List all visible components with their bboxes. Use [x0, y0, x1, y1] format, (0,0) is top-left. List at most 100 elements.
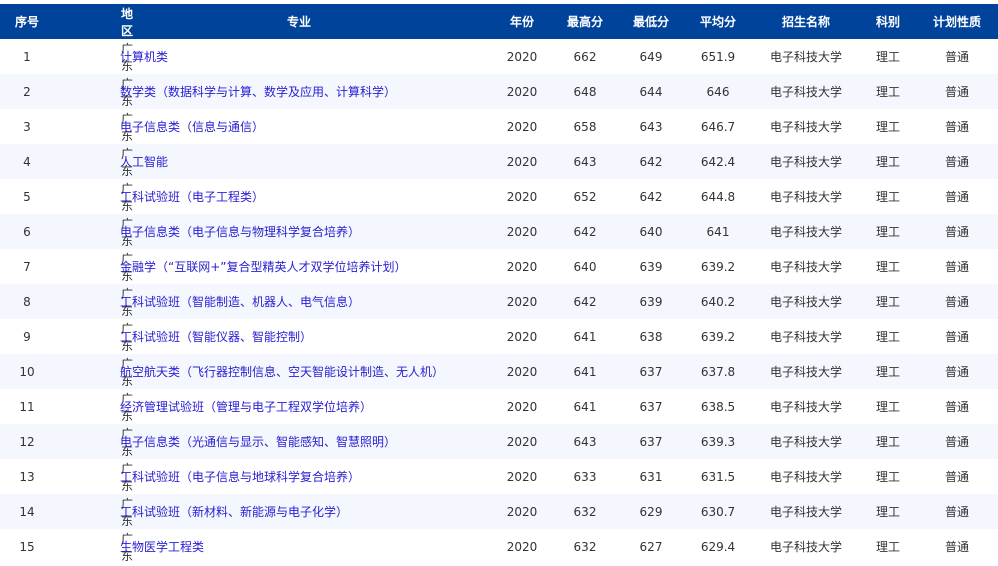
table-row: 11 广东 经济管理试验班（管理与电子工程双学位培养） 2020 641 637 638.5… — [0, 389, 998, 424]
cell-avg-score: 631.5 — [700, 469, 736, 484]
cell-index: 6 — [0, 214, 54, 249]
cell-index: 11 — [19, 399, 35, 414]
cell-school-name: 电子科技大学 — [752, 74, 860, 109]
cell-max-score: 633 — [573, 469, 597, 484]
cell-major[interactable]: 电子信息类（信息与通信） — [106, 109, 492, 144]
cell-category: 理工 — [875, 120, 900, 134]
cell-plan-type: 普通 — [916, 424, 998, 459]
cell-year: 2020 — [506, 399, 538, 414]
cell-avg-score: 630.7 — [684, 494, 752, 529]
cell-major[interactable]: 电子信息类（电子信息与物理科学复合培养） — [106, 214, 492, 249]
header-max-score: 最高分 — [552, 4, 618, 39]
cell-region: 广东 — [121, 391, 134, 423]
cell-region: 广东 — [54, 144, 133, 179]
cell-min-score: 639 — [639, 259, 663, 274]
cell-plan-type: 普通 — [944, 190, 969, 204]
cell-major[interactable]: 电子信息类（光通信与显示、智能感知、智慧照明） — [106, 424, 492, 459]
cell-max-score: 642 — [552, 214, 618, 249]
cell-index: 5 — [23, 189, 31, 204]
cell-major[interactable]: 经济管理试验班（管理与电子工程双学位培养） — [106, 389, 492, 424]
cell-year: 2020 — [492, 354, 552, 389]
cell-min-score: 637 — [639, 399, 663, 414]
cell-avg-score: 639.2 — [700, 259, 736, 274]
cell-region: 广东 — [54, 74, 133, 109]
cell-index: 14 — [0, 494, 54, 529]
cell-school-name: 电子科技大学 — [752, 494, 860, 529]
cell-min-score: 637 — [618, 424, 684, 459]
cell-min-score: 631 — [639, 469, 663, 484]
cell-category: 理工 — [875, 190, 900, 204]
cell-index: 4 — [0, 144, 54, 179]
cell-major[interactable]: 生物医学工程类 — [106, 529, 492, 564]
cell-school-name: 电子科技大学 — [769, 120, 842, 134]
cell-school-name: 电子科技大学 — [752, 354, 860, 389]
cell-avg-score: 646 — [684, 74, 752, 109]
cell-region: 广东 — [54, 494, 133, 529]
cell-index: 9 — [23, 329, 31, 344]
cell-year: 2020 — [492, 74, 552, 109]
cell-max-score: 632 — [573, 539, 597, 554]
cell-year: 2020 — [506, 119, 538, 134]
cell-plan-type: 普通 — [944, 260, 969, 274]
cell-school-name: 电子科技大学 — [752, 144, 860, 179]
cell-region: 广东 — [54, 214, 133, 249]
cell-major[interactable]: 计算机类 — [106, 39, 492, 74]
cell-max-score: 652 — [573, 189, 597, 204]
cell-category: 理工 — [860, 74, 916, 109]
cell-max-score: 643 — [552, 424, 618, 459]
cell-school-name: 电子科技大学 — [769, 260, 842, 274]
header-category: 科别 — [860, 4, 916, 39]
cell-major[interactable]: 工科试验班（新材料、新能源与电子化学） — [106, 494, 492, 529]
cell-major[interactable]: 工科试验班（智能仪器、智能控制） — [106, 319, 492, 354]
cell-plan-type: 普通 — [944, 400, 969, 414]
cell-region: 广东 — [54, 354, 133, 389]
cell-avg-score: 640.2 — [684, 284, 752, 319]
cell-min-score: 649 — [639, 49, 663, 64]
cell-major[interactable]: 数学类（数据科学与计算、数学及应用、计算科学） — [106, 74, 492, 109]
cell-plan-type: 普通 — [944, 470, 969, 484]
cell-major[interactable]: 航空航天类（飞行器控制信息、空天智能设计制造、无人机） — [106, 354, 492, 389]
cell-index: 7 — [23, 259, 31, 274]
cell-avg-score: 638.5 — [700, 399, 736, 414]
cell-plan-type: 普通 — [944, 540, 969, 554]
cell-major[interactable]: 工科试验班（电子工程类） — [106, 179, 492, 214]
cell-school-name: 电子科技大学 — [769, 400, 842, 414]
cell-region: 广东 — [121, 531, 134, 563]
cell-min-score: 629 — [618, 494, 684, 529]
cell-avg-score: 639.2 — [700, 329, 736, 344]
cell-min-score: 640 — [618, 214, 684, 249]
cell-plan-type: 普通 — [916, 214, 998, 249]
table-row: 9 广东 工科试验班（智能仪器、智能控制） 2020 641 638 639.2 电子科技大学… — [0, 319, 998, 354]
cell-plan-type: 普通 — [916, 354, 998, 389]
cell-major[interactable]: 人工智能 — [106, 144, 492, 179]
cell-year: 2020 — [492, 284, 552, 319]
cell-year: 2020 — [506, 49, 538, 64]
cell-major[interactable]: 工科试验班（电子信息与地球科学复合培养） — [106, 459, 492, 494]
cell-max-score: 641 — [552, 354, 618, 389]
cell-region: 广东 — [121, 461, 134, 493]
cell-category: 理工 — [860, 424, 916, 459]
cell-min-score: 643 — [639, 119, 663, 134]
cell-max-score: 643 — [552, 144, 618, 179]
cell-plan-type: 普通 — [916, 144, 998, 179]
cell-school-name: 电子科技大学 — [769, 50, 842, 64]
table-row: 3 广东 电子信息类（信息与通信） 2020 658 643 646.7 电子科技大学 理工 普通 — [0, 109, 998, 144]
table-row: 12广东电子信息类（光通信与显示、智能感知、智慧照明）2020643637639… — [0, 424, 998, 459]
cell-max-score: 662 — [573, 49, 597, 64]
cell-avg-score: 646.7 — [700, 119, 736, 134]
table-row: 8广东工科试验班（智能制造、机器人、电气信息）2020642639640.2电子… — [0, 284, 998, 319]
cell-min-score: 637 — [618, 354, 684, 389]
table-row: 10广东航空航天类（飞行器控制信息、空天智能设计制造、无人机）202064163… — [0, 354, 998, 389]
table-row: 13 广东 工科试验班（电子信息与地球科学复合培养） 2020 633 631 631.5 电… — [0, 459, 998, 494]
cell-index: 3 — [23, 119, 31, 134]
table-row: 14广东工科试验班（新材料、新能源与电子化学）2020632629630.7电子… — [0, 494, 998, 529]
cell-region: 广东 — [54, 424, 133, 459]
cell-min-score: 627 — [639, 539, 663, 554]
cell-year: 2020 — [506, 329, 538, 344]
header-avg-score: 平均分 — [684, 4, 752, 39]
header-year: 年份 — [492, 4, 552, 39]
cell-index: 12 — [0, 424, 54, 459]
cell-year: 2020 — [492, 144, 552, 179]
cell-major[interactable]: 金融学（“互联网+”复合型精英人才双学位培养计划） — [106, 249, 492, 284]
cell-major[interactable]: 工科试验班（智能制造、机器人、电气信息） — [106, 284, 492, 319]
